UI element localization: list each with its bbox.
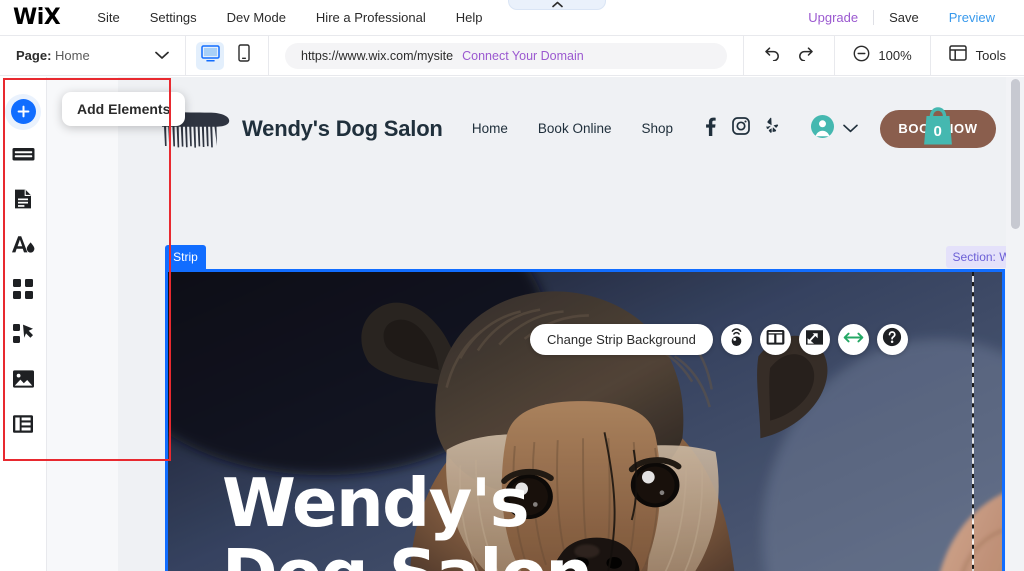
panels-icon bbox=[948, 45, 967, 66]
device-switcher bbox=[186, 35, 269, 76]
account-area bbox=[811, 114, 858, 143]
nav-link-book-online[interactable]: Book Online bbox=[523, 121, 627, 136]
account-chevron-down-icon[interactable] bbox=[843, 120, 858, 138]
editor-canvas: Wendy's Dog Salon Home Book Online Shop bbox=[47, 77, 1024, 571]
tools-button[interactable]: Tools bbox=[931, 36, 1024, 76]
menu-item-hire-a-professional[interactable]: Hire a Professional bbox=[301, 10, 441, 25]
strip-tab-label[interactable]: Strip bbox=[165, 245, 206, 269]
sidebar-item-site-menu[interactable] bbox=[3, 134, 43, 179]
sidebar-item-pages[interactable] bbox=[3, 179, 43, 224]
history-controls bbox=[744, 35, 836, 76]
account-avatar-icon[interactable] bbox=[811, 114, 834, 143]
page-selector-label: Page: Home bbox=[16, 48, 90, 63]
hero-line-1: Wendy's bbox=[222, 464, 530, 542]
add-button-halo bbox=[5, 93, 41, 130]
hero-heading[interactable]: Wendy's Dog Salon bbox=[222, 464, 593, 571]
alignment-guide-line bbox=[972, 272, 974, 571]
site-header: Wendy's Dog Salon Home Book Online Shop bbox=[118, 77, 1006, 180]
menu-bar-icon bbox=[12, 146, 35, 168]
cart-count: 0 bbox=[934, 123, 943, 140]
sidebar-item-site-design[interactable] bbox=[3, 224, 43, 269]
redo-icon[interactable] bbox=[797, 45, 814, 66]
menu-item-settings[interactable]: Settings bbox=[135, 10, 212, 25]
sidebar-item-add-elements[interactable] bbox=[3, 89, 43, 134]
instagram-icon[interactable] bbox=[732, 117, 750, 140]
preview-button[interactable]: Preview bbox=[934, 10, 1010, 25]
strip-layout-button[interactable] bbox=[759, 324, 791, 355]
site-url-container: https://www.wix.com/mysite Connect Your … bbox=[269, 35, 745, 76]
wix-logo[interactable]: WiX bbox=[13, 6, 61, 29]
yelp-icon[interactable] bbox=[766, 117, 779, 140]
strip-animation-button[interactable] bbox=[720, 324, 752, 355]
change-strip-background-button[interactable]: Change Strip Background bbox=[530, 324, 713, 355]
chevron-up-icon bbox=[551, 1, 563, 8]
social-icons bbox=[705, 117, 779, 141]
page-name: Home bbox=[55, 48, 90, 63]
wix-editor-window: WiX Site Settings Dev Mode Hire a Profes… bbox=[0, 0, 1024, 571]
desktop-icon bbox=[200, 44, 220, 67]
help-icon bbox=[882, 327, 902, 352]
shopping-bag-icon[interactable]: 0 bbox=[916, 104, 960, 150]
undo-icon[interactable] bbox=[764, 45, 781, 66]
site-url-text: https://www.wix.com/mysite bbox=[301, 48, 454, 63]
stretch-horizontal-icon bbox=[843, 331, 864, 349]
connect-domain-link[interactable]: Connect Your Domain bbox=[462, 49, 584, 63]
site-brand-title: Wendy's Dog Salon bbox=[242, 115, 443, 141]
facebook-icon[interactable] bbox=[705, 117, 716, 141]
page-selector[interactable]: Page: Home bbox=[0, 35, 186, 76]
mobile-view-button[interactable] bbox=[230, 42, 258, 70]
save-button[interactable]: Save bbox=[873, 10, 934, 25]
upgrade-button[interactable]: Upgrade bbox=[793, 10, 873, 25]
zoom-control[interactable]: 100% bbox=[835, 35, 931, 76]
menu-item-dev-mode[interactable]: Dev Mode bbox=[212, 10, 301, 25]
menu-item-site[interactable]: Site bbox=[82, 10, 134, 25]
sidebar-item-content-manager[interactable] bbox=[3, 404, 43, 449]
selected-strip[interactable]: Wendy's Dog Salon bbox=[165, 269, 1005, 571]
editor-toolbar: Page: Home https://www.wix.com/mysite Co… bbox=[0, 35, 1024, 76]
strip-behavior-icon bbox=[805, 329, 824, 351]
strip-help-button[interactable] bbox=[876, 324, 908, 355]
top-right-actions: Upgrade Save Preview bbox=[793, 10, 1024, 25]
theme-droplet-icon bbox=[11, 234, 36, 260]
collapse-toolbar-tab[interactable] bbox=[508, 0, 606, 10]
zoom-out-icon[interactable] bbox=[853, 45, 870, 67]
apps-grid-icon bbox=[12, 278, 34, 305]
nav-link-home[interactable]: Home bbox=[457, 121, 523, 136]
chevron-down-icon bbox=[155, 47, 169, 65]
canvas-left-gutter bbox=[47, 77, 118, 571]
menu-item-help[interactable]: Help bbox=[441, 10, 498, 25]
desktop-view-button[interactable] bbox=[196, 41, 224, 70]
page-document-icon bbox=[14, 188, 32, 215]
site-navigation: Home Book Online Shop BOOK NOW 0 bbox=[457, 106, 1006, 148]
strip-float-toolbar: Change Strip Background bbox=[530, 324, 908, 355]
top-menu-items: Site Settings Dev Mode Hire a Profession… bbox=[82, 10, 497, 25]
business-puzzle-icon bbox=[12, 323, 35, 350]
add-elements-tooltip: Add Elements bbox=[62, 92, 186, 126]
stretch-button[interactable] bbox=[837, 324, 869, 355]
scrollbar-thumb[interactable] bbox=[1011, 79, 1020, 229]
strip-layout-icon bbox=[766, 329, 785, 351]
image-icon bbox=[12, 369, 35, 394]
sidebar-item-app-market[interactable] bbox=[3, 269, 43, 314]
canvas-scrollbar[interactable] bbox=[1006, 77, 1024, 571]
mobile-icon bbox=[238, 44, 250, 67]
sidebar-item-media[interactable] bbox=[3, 359, 43, 404]
site-url-bar[interactable]: https://www.wix.com/mysite Connect Your … bbox=[285, 42, 728, 69]
strip-behavior-button[interactable] bbox=[798, 324, 830, 355]
animation-icon bbox=[728, 327, 745, 352]
tools-label: Tools bbox=[975, 48, 1006, 63]
book-now-button[interactable]: BOOK NOW 0 bbox=[880, 106, 996, 148]
plus-icon bbox=[10, 99, 36, 124]
top-menu-bar: WiX Site Settings Dev Mode Hire a Profes… bbox=[0, 0, 1024, 36]
page-prefix: Page: bbox=[16, 48, 52, 63]
zoom-level-label: 100% bbox=[878, 48, 912, 63]
database-table-icon bbox=[12, 414, 34, 439]
hero-line-2: Dog Salon bbox=[222, 538, 593, 571]
nav-link-shop[interactable]: Shop bbox=[626, 121, 688, 136]
sidebar-item-my-business[interactable] bbox=[3, 314, 43, 359]
left-sidebar bbox=[0, 77, 47, 571]
